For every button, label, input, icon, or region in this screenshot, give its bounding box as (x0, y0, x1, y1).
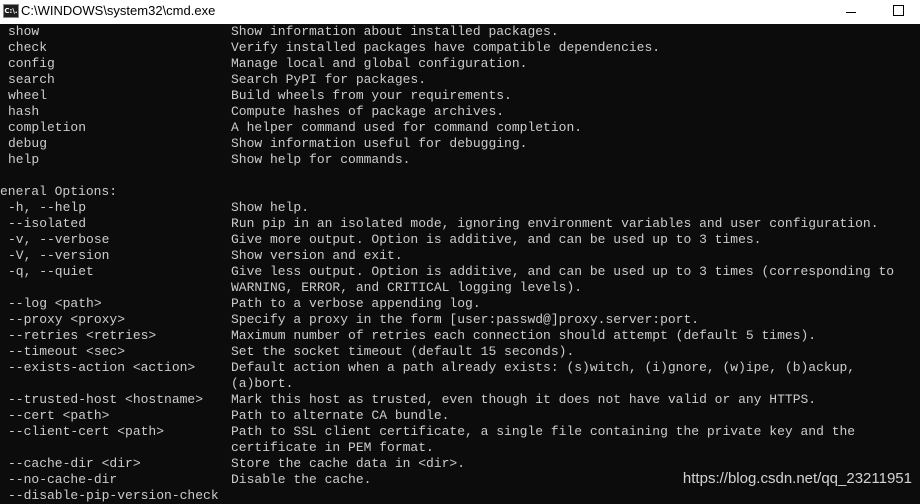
command-name: help (8, 152, 40, 167)
command-description: Show help for commands. (231, 152, 411, 167)
command-description: Run pip in an isolated mode, ignoring en… (231, 216, 879, 231)
terminal-line: --client-cert <path> Path to SSL client c… (0, 424, 920, 440)
title-bar: C:\. C:\WINDOWS\system32\cmd.exe (0, 0, 920, 24)
command-description: Set the socket timeout (default 15 secon… (231, 344, 575, 359)
options-header: eneral Options: (0, 184, 118, 199)
terminal-line: --trusted-host <hostname> Mark this host … (0, 392, 920, 408)
command-description: Path to SSL client certificate, a single… (231, 424, 856, 439)
command-description: WARNING, ERROR, and CRITICAL logging lev… (231, 280, 583, 295)
command-description: Default action when a path already exist… (231, 360, 856, 375)
terminal-line: hash Compute hashes of package archives. (0, 104, 920, 120)
maximize-button[interactable] (878, 0, 918, 24)
command-description: Show information about installed package… (231, 24, 559, 39)
terminal-line: show Show information about installed pac… (0, 24, 920, 40)
command-description: Give more output. Option is additive, an… (231, 232, 762, 247)
command-description: Show information useful for debugging. (231, 136, 528, 151)
window-title: C:\WINDOWS\system32\cmd.exe (21, 3, 216, 18)
command-name: --cert <path> (8, 408, 110, 423)
terminal-line: --cert <path> Path to alternate CA bundle… (0, 408, 920, 424)
options-line: eneral Options: (0, 184, 920, 200)
minimize-button[interactable] (832, 0, 872, 24)
command-name: -h, --help (8, 200, 87, 215)
terminal-line: wheel Build wheels from your requirements… (0, 88, 920, 104)
command-name: wheel (8, 88, 48, 103)
terminal-line: -h, --help Show help. (0, 200, 920, 216)
terminal-line: completion A helper command used for comm… (0, 120, 920, 136)
command-name: --retries <retries> (8, 328, 157, 343)
command-name: completion (8, 120, 87, 135)
terminal-line: search Search PyPI for packages. (0, 72, 920, 88)
terminal-line: (a)bort. (0, 376, 920, 392)
terminal-line: check Verify installed packages have comp… (0, 40, 920, 56)
terminal-line: -v, --verbose Give more output. Option is… (0, 232, 920, 248)
terminal-line: --disable-pip-version-check (0, 488, 920, 504)
command-description: Path to a verbose appending log. (231, 296, 481, 311)
terminal-line: -q, --quiet Give less output. Option is a… (0, 264, 920, 280)
command-description: Build wheels from your requirements. (231, 88, 512, 103)
command-name: --client-cert <path> (8, 424, 165, 439)
terminal-line: --exists-action <action> Default action w… (0, 360, 920, 376)
command-description: Specify a proxy in the form [user:passwd… (231, 312, 700, 327)
command-description: (a)bort. (231, 376, 294, 391)
command-description: Verify installed packages have compatibl… (231, 40, 661, 55)
command-description: Maximum number of retries each connectio… (231, 328, 817, 343)
command-description: Disable the cache. (231, 472, 372, 487)
command-name: check (8, 40, 48, 55)
command-name: --no-cache-dir (8, 472, 118, 487)
command-description: Manage local and global configuration. (231, 56, 528, 71)
command-description: Search PyPI for packages. (231, 72, 427, 87)
command-description: A helper command used for command comple… (231, 120, 583, 135)
command-name: -q, --quiet (8, 264, 94, 279)
terminal-output[interactable]: show Show information about installed pac… (0, 24, 920, 503)
terminal-line: --timeout <sec> Set the socket timeout (d… (0, 344, 920, 360)
command-name: config (8, 56, 55, 71)
terminal-line: --isolated Run pip in an isolated mode, i… (0, 216, 920, 232)
command-name: -V, --version (8, 248, 110, 263)
terminal-line: --proxy <proxy> Specify a proxy in the fo… (0, 312, 920, 328)
command-name: --timeout <sec> (8, 344, 126, 359)
command-description: Store the cache data in <dir>. (231, 456, 466, 471)
command-name: search (8, 72, 55, 87)
command-name: -v, --verbose (8, 232, 110, 247)
command-name: --cache-dir <dir> (8, 456, 141, 471)
terminal-line: debug Show information useful for debuggi… (0, 136, 920, 152)
terminal-line: -V, --version Show version and exit. (0, 248, 920, 264)
terminal-line: config Manage local and global configurat… (0, 56, 920, 72)
terminal-line: --log <path> Path to a verbose appending … (0, 296, 920, 312)
command-description: Show version and exit. (231, 248, 403, 263)
command-name: --proxy <proxy> (8, 312, 126, 327)
command-name: --isolated (8, 216, 87, 231)
command-name: --disable-pip-version-check (8, 488, 219, 503)
terminal-line: help Show help for commands. (0, 152, 920, 168)
command-name: --log <path> (8, 296, 102, 311)
command-name: hash (8, 104, 40, 119)
command-description: Give less output. Option is additive, an… (231, 264, 895, 279)
command-description: certificate in PEM format. (231, 440, 434, 455)
terminal-line: WARNING, ERROR, and CRITICAL logging lev… (0, 280, 920, 296)
command-name: --trusted-host <hostname> (8, 392, 204, 407)
command-description: Mark this host as trusted, even though i… (231, 392, 817, 407)
watermark: https://blog.csdn.net/qq_23211951 (682, 470, 912, 487)
command-description: Show help. (231, 200, 310, 215)
cmd-icon: C:\. (3, 4, 19, 18)
terminal-line: certificate in PEM format. (0, 440, 920, 456)
terminal-line: --retries <retries> Maximum number of ret… (0, 328, 920, 344)
command-name: --exists-action <action> (8, 360, 196, 375)
command-description: Path to alternate CA bundle. (231, 408, 450, 423)
command-name: debug (8, 136, 48, 151)
command-name: show (8, 24, 40, 39)
command-description: Compute hashes of package archives. (231, 104, 505, 119)
